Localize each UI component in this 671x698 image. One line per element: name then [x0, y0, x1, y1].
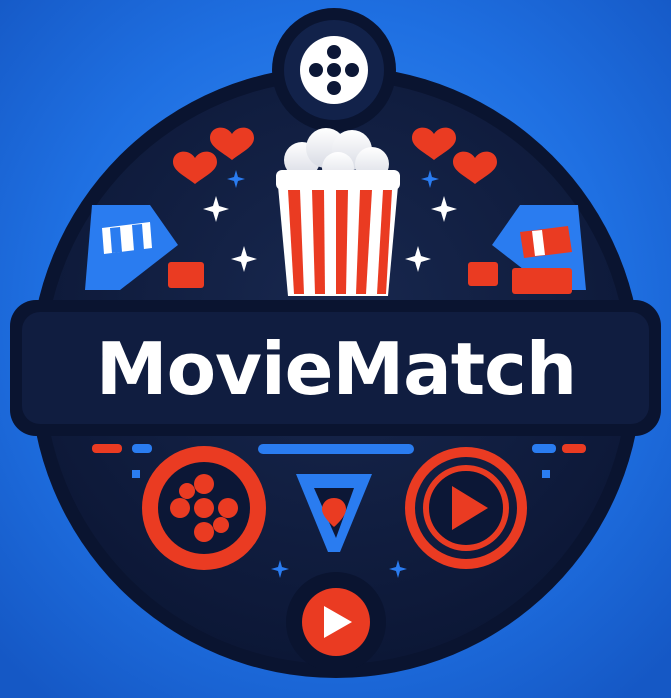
moviematch-logo: MovieMatch [0, 0, 671, 698]
film-reel-icon [142, 446, 266, 570]
popcorn-icon [276, 128, 400, 296]
play-button-icon [405, 447, 527, 569]
brand-name: MovieMatch [96, 327, 576, 411]
film-reel-icon-top [300, 36, 368, 104]
play-button-icon-bottom [302, 588, 370, 656]
